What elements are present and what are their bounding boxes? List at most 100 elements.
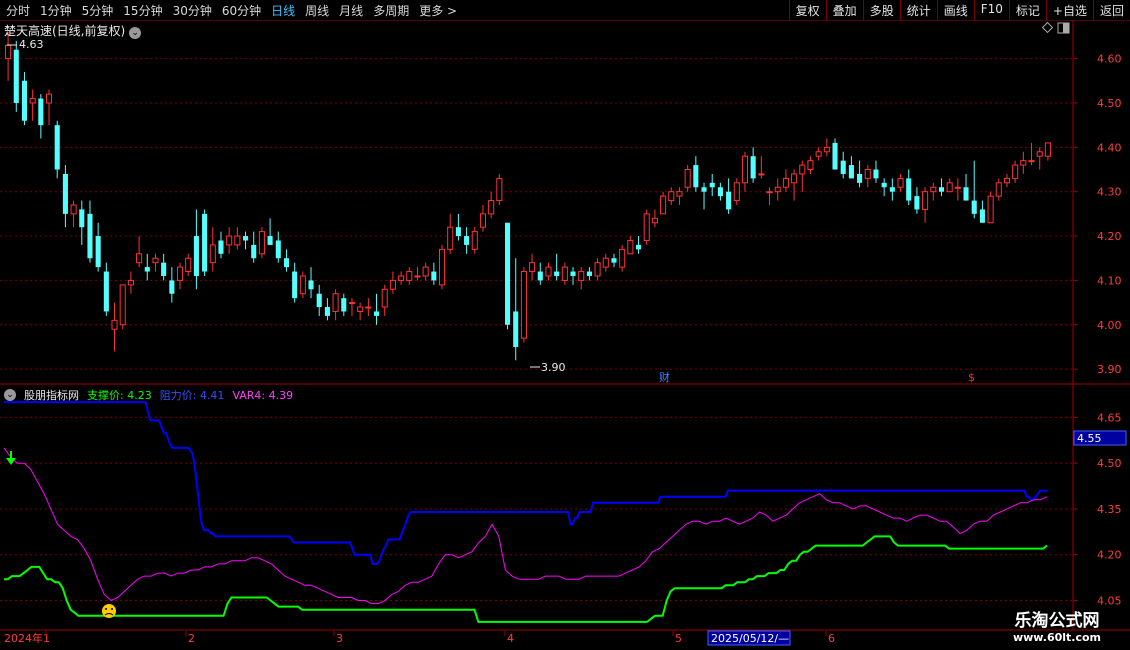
chart-canvas[interactable]: 4.60 4.50 4.40 4.30 4.20 4.10 4.00 3.90 4.65 4.5… <box>0 0 1130 650</box>
candle-body-down <box>193 236 199 276</box>
main-grid <box>0 58 1073 370</box>
candle-body-up <box>136 253 143 264</box>
candle-body-up <box>619 248 626 268</box>
candle-body-down <box>341 298 347 312</box>
candle-body-down <box>13 49 19 103</box>
candle-body-up <box>226 235 233 246</box>
candle-body-up <box>782 177 789 188</box>
candle-body-down <box>570 271 576 276</box>
candle-body-up <box>111 319 118 330</box>
low-annotation: 3.90 <box>541 361 566 374</box>
candle-body-up <box>791 173 798 184</box>
candle-body-up <box>176 266 184 281</box>
candle-body-up <box>758 173 765 176</box>
candle-body-down <box>464 236 470 245</box>
candle-body-up <box>930 186 937 193</box>
candle-body-down <box>906 178 912 201</box>
candle-body-up <box>520 271 527 339</box>
time-label-apr: 4 <box>507 632 514 645</box>
panel-toggle-icon[interactable] <box>1057 22 1070 34</box>
indicator-name[interactable]: 股朋指标网 <box>24 387 79 403</box>
candle-body-up <box>987 195 994 224</box>
candle-body-up <box>152 257 159 264</box>
candle-body-up <box>258 231 265 255</box>
candle-body-down <box>144 267 150 272</box>
candle-body-up <box>741 155 749 184</box>
candle-body-down <box>161 262 167 276</box>
price-tick-label: 3.90 <box>1097 363 1122 376</box>
candle-body-up <box>29 98 36 104</box>
candle-body-up <box>496 177 503 202</box>
candle-body-up <box>185 257 192 273</box>
support-readout: 支撑价: 4.23 <box>87 387 152 403</box>
candle-body-down <box>857 173 863 183</box>
candle-body-down <box>709 182 715 188</box>
candle-body-up <box>823 146 830 153</box>
stock-title[interactable]: 楚天高速(日线,前复权) ⌄ <box>4 22 142 39</box>
candle-body-down <box>513 311 519 347</box>
candle-body-down <box>62 173 68 214</box>
candle-body-up <box>684 169 691 188</box>
candle-body-down <box>726 191 732 210</box>
candle-body-up <box>651 217 658 224</box>
candle-body-up <box>209 244 216 264</box>
candle-body-up <box>479 213 487 228</box>
candle-body-down <box>169 280 175 294</box>
chevron-down-icon[interactable]: ⌄ <box>129 27 142 39</box>
settings-diamond-icon[interactable] <box>1041 21 1054 34</box>
finance-marker[interactable]: 财 <box>659 370 670 384</box>
chevron-down-icon[interactable]: ⌄ <box>4 389 16 401</box>
candle-body-down <box>611 258 617 263</box>
var4-label: VAR4: <box>232 388 266 402</box>
candle-body-up <box>447 226 454 250</box>
candle-body-down <box>79 209 85 228</box>
candle-body-up <box>578 271 585 281</box>
candle-body-down <box>717 187 723 197</box>
candle-body-down <box>914 196 920 210</box>
indicator-tick-label: 4.50 <box>1097 457 1122 470</box>
s-marker[interactable]: $ <box>968 371 975 384</box>
price-tick-label: 4.10 <box>1097 274 1122 287</box>
time-label-jan: 2024年1 <box>4 631 50 645</box>
candle-body-up <box>627 239 634 255</box>
candle-body-down <box>701 187 707 192</box>
resistance-line <box>4 401 1047 565</box>
candle-body-up <box>733 182 740 202</box>
candle-body-down <box>308 280 314 290</box>
candle-body-down <box>971 200 977 214</box>
candle-body-up <box>643 213 650 241</box>
candle-body-down <box>635 244 642 250</box>
price-tick-label: 4.40 <box>1097 141 1122 154</box>
candle-body-down <box>693 165 699 188</box>
candle-body-down <box>218 240 224 254</box>
candle-body-up <box>348 302 356 305</box>
candle-body-up <box>807 160 814 171</box>
candle-body-up <box>471 231 478 250</box>
candle-body-down <box>848 165 854 179</box>
candle-body-down <box>251 244 257 259</box>
candle-body-down <box>95 236 101 268</box>
candle-body-up <box>668 191 675 202</box>
candle-body-up <box>1044 142 1051 157</box>
candle-body-up <box>299 275 306 295</box>
indicator-lines <box>3 401 1048 623</box>
candle-body-down <box>537 271 543 281</box>
candle-body-up <box>381 288 388 308</box>
candle-body-up <box>414 275 421 278</box>
candle-body-down <box>938 187 945 192</box>
candle-body-down <box>832 142 838 170</box>
candle-body-down <box>881 182 887 188</box>
candle-body-down <box>586 271 592 276</box>
watermark-title: 乐淘公式网 <box>1014 611 1100 631</box>
indicator-tick-label: 4.35 <box>1097 503 1122 516</box>
candle-body-up <box>45 93 53 104</box>
candle-body-down <box>373 311 380 316</box>
cursor-date: 2025/05/12/— <box>711 632 789 645</box>
var4-line <box>3 447 1048 605</box>
time-label-may: 5 <box>675 632 682 645</box>
candle-body-up <box>127 279 134 286</box>
candle-body-down <box>316 293 322 308</box>
candle-body-down <box>21 80 28 121</box>
candle-body-up <box>946 182 953 193</box>
candle-body-up <box>5 44 12 60</box>
